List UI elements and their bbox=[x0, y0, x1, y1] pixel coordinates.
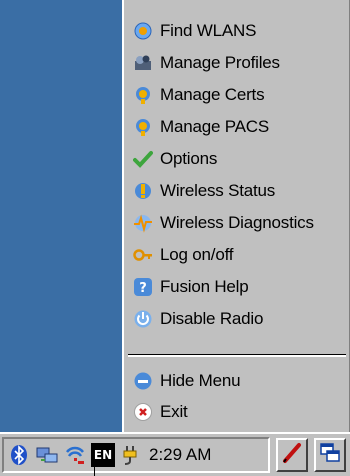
network-icon[interactable] bbox=[34, 442, 60, 468]
pen-icon bbox=[281, 442, 303, 469]
menu-item-manage-profiles[interactable]: Manage Profiles bbox=[128, 48, 348, 78]
fusion-popup-menu: Find WLANS Manage Profiles Manage Certs … bbox=[122, 0, 350, 432]
menu-item-label: Fusion Help bbox=[160, 277, 249, 296]
menu-item-disable-radio[interactable]: Disable Radio bbox=[128, 304, 348, 334]
menu-item-label: Wireless Diagnostics bbox=[160, 213, 314, 232]
menu-item-options[interactable]: Options bbox=[128, 144, 348, 174]
menu-item-label: Exit bbox=[160, 402, 188, 421]
taskbar-clock[interactable]: 2:29 AM bbox=[149, 445, 211, 465]
wireless-status-icon bbox=[132, 180, 154, 202]
find-wlans-icon bbox=[132, 20, 154, 42]
text-cursor bbox=[94, 464, 95, 476]
system-tray: EN 2:29 AM bbox=[2, 437, 270, 473]
menu-item-label: Manage Profiles bbox=[160, 53, 280, 72]
menu-item-label: Hide Menu bbox=[160, 371, 241, 390]
menu-item-label: Options bbox=[160, 149, 218, 168]
options-check-icon bbox=[132, 148, 154, 170]
manage-pacs-icon bbox=[132, 116, 154, 138]
bluetooth-icon[interactable] bbox=[6, 442, 32, 468]
svg-text:?: ? bbox=[139, 281, 147, 296]
power-icon bbox=[132, 308, 154, 330]
wireless-diagnostics-icon bbox=[132, 212, 154, 234]
input-panel-button[interactable] bbox=[276, 438, 308, 472]
wireless-tray-icon[interactable] bbox=[62, 442, 88, 468]
menu-item-manage-pacs[interactable]: Manage PACS bbox=[128, 112, 348, 142]
power-plug-icon[interactable] bbox=[117, 442, 143, 468]
hide-menu-icon bbox=[132, 370, 154, 392]
manage-certs-icon bbox=[132, 84, 154, 106]
help-icon: ? bbox=[132, 276, 154, 298]
menu-item-log-on-off[interactable]: Log on/off bbox=[128, 240, 348, 270]
menu-item-label: Find WLANS bbox=[160, 21, 257, 40]
menu-item-manage-certs[interactable]: Manage Certs bbox=[128, 80, 348, 110]
exit-icon bbox=[132, 401, 154, 423]
menu-item-hide-menu[interactable]: Hide Menu bbox=[128, 366, 348, 396]
windows-switch-icon bbox=[319, 442, 341, 469]
menu-item-find-wlans[interactable]: Find WLANS bbox=[128, 16, 348, 46]
menu-item-fusion-help[interactable]: ? Fusion Help bbox=[128, 272, 348, 302]
menu-item-exit[interactable]: Exit bbox=[128, 397, 348, 427]
menu-separator bbox=[128, 354, 346, 357]
menu-item-label: Disable Radio bbox=[160, 309, 264, 328]
menu-item-wireless-status[interactable]: Wireless Status bbox=[128, 176, 348, 206]
manage-profiles-icon bbox=[132, 52, 154, 74]
key-icon bbox=[132, 244, 154, 266]
menu-item-label: Manage Certs bbox=[160, 85, 265, 104]
menu-item-wireless-diagnostics[interactable]: Wireless Diagnostics bbox=[128, 208, 348, 238]
taskbar: EN 2:29 AM bbox=[0, 432, 350, 476]
task-switch-button[interactable] bbox=[314, 438, 346, 472]
menu-item-label: Manage PACS bbox=[160, 117, 269, 136]
menu-item-label: Wireless Status bbox=[160, 181, 276, 200]
menu-item-label: Log on/off bbox=[160, 245, 234, 264]
